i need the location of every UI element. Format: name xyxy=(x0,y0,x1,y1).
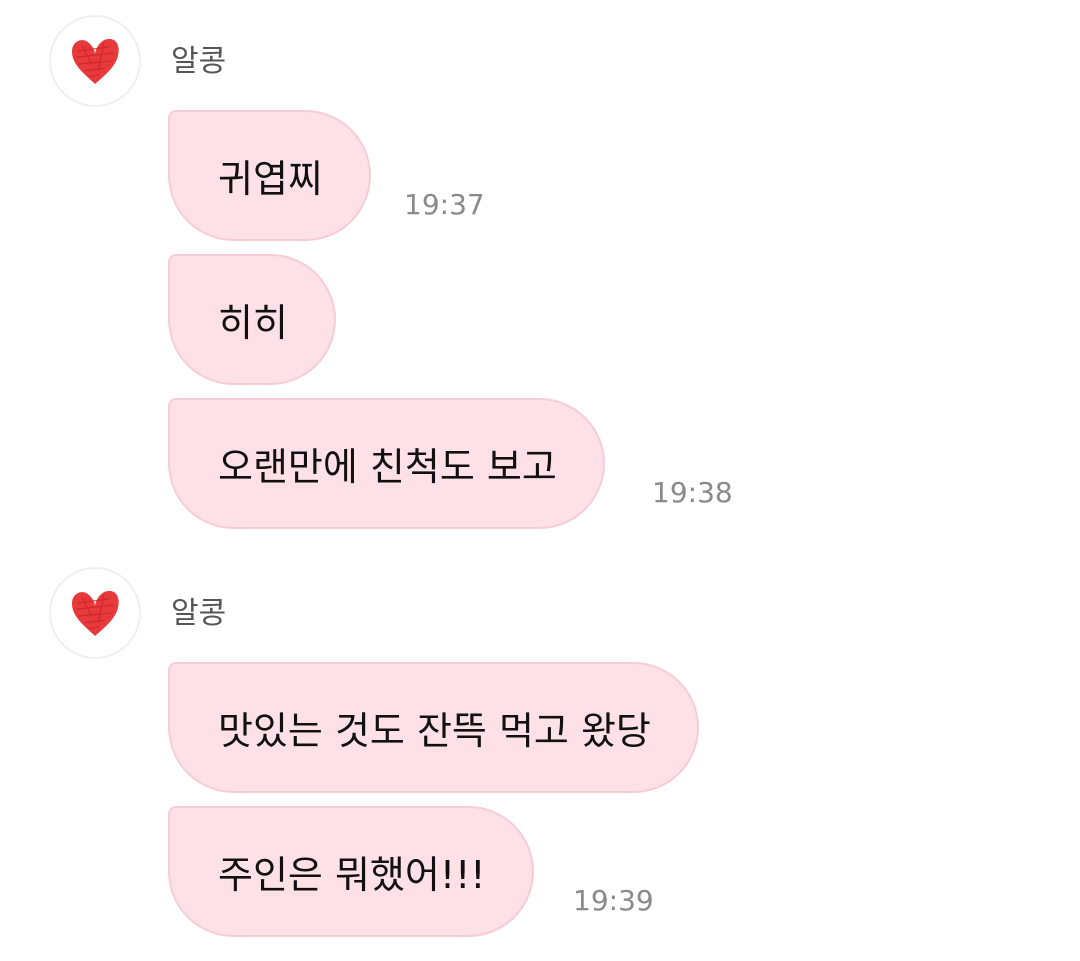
sender-avatar[interactable] xyxy=(49,567,141,659)
sender-avatar[interactable] xyxy=(49,15,141,107)
message-bubble[interactable]: 귀엽찌 xyxy=(168,110,371,241)
red-heart-icon xyxy=(71,38,119,84)
message-timestamp: 19:39 xyxy=(573,884,654,917)
message-timestamp: 19:37 xyxy=(404,188,485,221)
message-bubble[interactable]: 맛있는 것도 잔뜩 먹고 왔당 xyxy=(168,662,699,793)
message-timestamp: 19:38 xyxy=(652,476,733,509)
message-bubble[interactable]: 주인은 뭐했어!!! xyxy=(168,806,534,937)
sender-name: 알콩 xyxy=(171,596,227,631)
message-bubble[interactable]: 오랜만에 친척도 보고 xyxy=(168,398,605,529)
sender-name: 알콩 xyxy=(171,44,227,79)
red-heart-icon xyxy=(71,590,119,636)
message-bubble[interactable]: 히히 xyxy=(168,254,336,385)
